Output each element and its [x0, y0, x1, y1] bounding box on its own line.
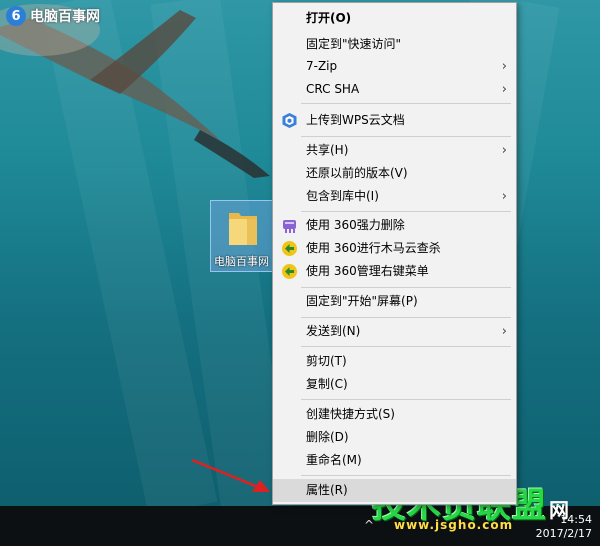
- menu-item-label: CRC SHA: [306, 82, 360, 96]
- 360-scan-icon: [282, 241, 297, 256]
- menu-item-restore-versions[interactable]: 还原以前的版本(V): [273, 162, 516, 185]
- menu-item-360-shred[interactable]: 使用 360强力删除: [273, 214, 516, 237]
- menu-separator: [301, 211, 511, 212]
- menu-item-360-menu-manager[interactable]: 使用 360管理右键菜单: [273, 260, 516, 283]
- menu-item-label: 剪切(T): [306, 354, 347, 368]
- annotation-arrow-icon: [191, 458, 270, 492]
- menu-item-label: 删除(D): [306, 430, 349, 444]
- menu-item-7zip[interactable]: 7-Zip ›: [273, 55, 516, 78]
- menu-item-label: 包含到库中(I): [306, 189, 379, 203]
- watermark-logo: 6 电脑百事网: [6, 6, 100, 26]
- menu-item-rename[interactable]: 重命名(M): [273, 449, 516, 472]
- menu-item-include-library[interactable]: 包含到库中(I) ›: [273, 185, 516, 208]
- menu-item-label: 属性(R): [306, 483, 348, 497]
- clock-date: 2017/2/17: [535, 527, 592, 540]
- menu-item-label: 上传到WPS云文档: [306, 113, 405, 127]
- menu-item-label: 使用 360进行木马云查杀: [306, 241, 441, 255]
- wps-cloud-icon: [282, 113, 297, 128]
- menu-item-share[interactable]: 共享(H) ›: [273, 139, 516, 162]
- menu-item-label: 使用 360强力删除: [306, 218, 405, 232]
- menu-separator: [301, 346, 511, 347]
- menu-item-label: 创建快捷方式(S): [306, 407, 395, 421]
- menu-item-crc-sha[interactable]: CRC SHA ›: [273, 78, 516, 101]
- submenu-arrow-icon: ›: [501, 143, 507, 158]
- submenu-arrow-icon: ›: [501, 189, 507, 204]
- watermark-jsgho-url: www.jsgho.com: [394, 518, 514, 532]
- menu-separator: [301, 399, 511, 400]
- 360-shred-icon: [283, 220, 296, 233]
- menu-item-label: 7-Zip: [306, 59, 338, 73]
- menu-item-upload-wps[interactable]: 上传到WPS云文档: [273, 109, 516, 132]
- menu-item-create-shortcut[interactable]: 创建快捷方式(S): [273, 403, 516, 426]
- desktop-folder-label: 电脑百事网: [214, 255, 269, 268]
- menu-item-open[interactable]: 打开(O): [273, 7, 516, 30]
- menu-item-label: 还原以前的版本(V): [306, 166, 408, 180]
- menu-item-pin-quick-access[interactable]: 固定到"快速访问": [273, 33, 516, 56]
- menu-separator: [301, 287, 511, 288]
- menu-separator: [301, 475, 511, 476]
- menu-item-label: 固定到"开始"屏幕(P): [306, 294, 418, 308]
- context-menu: 打开(O) 固定到"快速访问" 7-Zip › CRC SHA › 上传到WPS…: [272, 2, 517, 505]
- menu-separator: [301, 317, 511, 318]
- menu-separator: [301, 103, 511, 104]
- folder-icon: [229, 213, 257, 245]
- submenu-arrow-icon: ›: [501, 59, 507, 74]
- submenu-arrow-icon: ›: [501, 324, 507, 339]
- menu-item-label: 打开(O): [306, 11, 352, 25]
- menu-item-label: 共享(H): [306, 143, 349, 157]
- menu-separator: [301, 136, 511, 137]
- swimmer-image: [0, 4, 270, 178]
- menu-item-send-to[interactable]: 发送到(N) ›: [273, 320, 516, 343]
- watermark-jsgho-suffix: 网: [549, 498, 569, 522]
- menu-item-360-scan[interactable]: 使用 360进行木马云查杀: [273, 237, 516, 260]
- menu-item-delete[interactable]: 删除(D): [273, 426, 516, 449]
- menu-item-label: 固定到"快速访问": [306, 37, 402, 51]
- desktop-folder-item[interactable]: 电脑百事网: [210, 200, 276, 272]
- menu-item-label: 使用 360管理右键菜单: [306, 264, 429, 278]
- watermark-text: 电脑百事网: [30, 9, 100, 25]
- menu-item-pin-start[interactable]: 固定到"开始"屏幕(P): [273, 290, 516, 313]
- menu-item-cut[interactable]: 剪切(T): [273, 350, 516, 373]
- watermark-logo-icon: 6: [6, 6, 26, 26]
- menu-item-label: 复制(C): [306, 377, 348, 391]
- menu-item-properties[interactable]: 属性(R): [273, 479, 516, 502]
- menu-item-copy[interactable]: 复制(C): [273, 373, 516, 396]
- menu-item-label: 重命名(M): [306, 453, 362, 467]
- submenu-arrow-icon: ›: [501, 82, 507, 97]
- menu-item-label: 发送到(N): [306, 324, 361, 338]
- 360-menu-icon: [282, 264, 297, 279]
